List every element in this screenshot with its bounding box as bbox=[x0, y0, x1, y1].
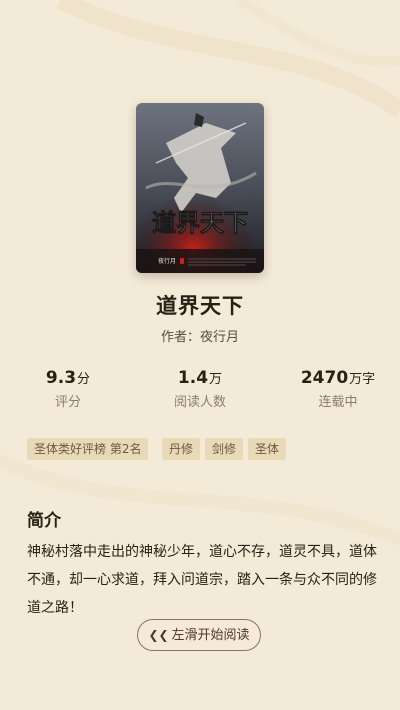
start-reading-button[interactable]: ❮❮ 左滑开始阅读 bbox=[137, 619, 261, 651]
stat-words-unit: 万字 bbox=[349, 372, 376, 387]
intro-heading: 简介 bbox=[27, 511, 61, 531]
tag-jianxiu[interactable]: 剑修 bbox=[205, 438, 244, 460]
cover-author: 夜行月 bbox=[158, 257, 176, 265]
book-title: 道界天下 bbox=[156, 294, 244, 318]
start-reading-label: 左滑开始阅读 bbox=[171, 628, 250, 643]
book-cover[interactable]: 道界天下 夜行月 bbox=[136, 103, 264, 273]
stats-row: 9.3分 评分 1.4万 阅读人数 2470万字 连载中 bbox=[0, 368, 400, 412]
stat-words-value: 2470 bbox=[300, 368, 349, 388]
stat-rating-unit: 分 bbox=[77, 372, 91, 387]
tag-ranking[interactable]: 圣体类好评榜 第2名 bbox=[27, 438, 149, 460]
stat-rating: 9.3分 评分 bbox=[18, 368, 118, 410]
stat-rating-label: 评分 bbox=[54, 395, 81, 410]
stat-words: 2470万字 连载中 bbox=[283, 368, 393, 410]
intro-text: 神秘村落中走出的神秘少年，道心不存，道灵不具，道体不通，却一心求道，拜入问道宗，… bbox=[27, 544, 377, 616]
stat-readers-unit: 万 bbox=[209, 372, 223, 387]
stat-rating-value: 9.3 bbox=[45, 368, 77, 388]
stat-readers-value: 1.4 bbox=[177, 368, 209, 388]
stat-words-label: 连载中 bbox=[318, 395, 358, 410]
stat-readers-label: 阅读人数 bbox=[173, 395, 226, 410]
author-line[interactable]: 作者：夜行月 bbox=[0, 326, 400, 345]
double-chevron-left-icon: ❮❮ bbox=[148, 628, 169, 642]
tag-shengti[interactable]: 圣体 bbox=[248, 438, 287, 460]
tag-danxiu[interactable]: 丹修 bbox=[162, 438, 201, 460]
cover-title-art: 道界天下 bbox=[152, 208, 248, 237]
stat-readers: 1.4万 阅读人数 bbox=[150, 368, 250, 410]
